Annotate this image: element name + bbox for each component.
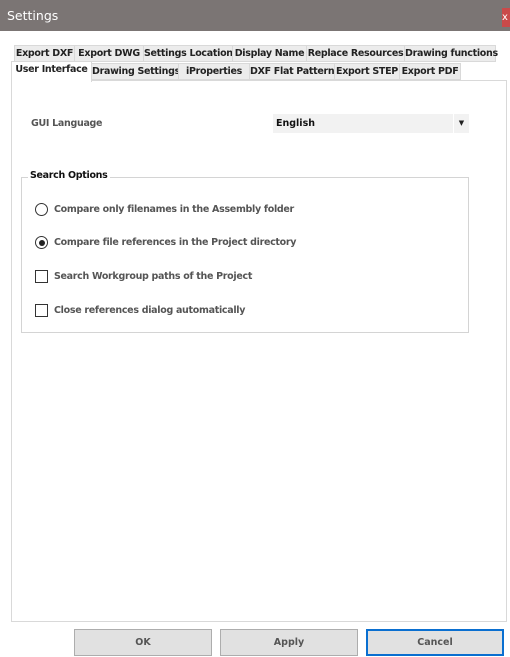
checkbox-label: Search Workgroup paths of the Project xyxy=(54,271,253,282)
apply-button[interactable]: Apply xyxy=(220,629,358,656)
checkbox-label: Close references dialog automatically xyxy=(54,305,246,316)
radio-compare-filenames[interactable] xyxy=(35,203,48,216)
tab-export-pdf[interactable]: Export PDF xyxy=(399,63,461,80)
tab-settings-location[interactable]: Settings Location xyxy=(143,45,233,62)
chevron-down-icon[interactable]: ▼ xyxy=(453,114,469,133)
radio-label: Compare file references in the Project d… xyxy=(54,237,297,248)
ok-button[interactable]: OK xyxy=(74,629,212,656)
tab-export-step[interactable]: Export STEP xyxy=(334,63,400,80)
cancel-button[interactable]: Cancel xyxy=(366,629,504,656)
tab-export-dxf[interactable]: Export DXF xyxy=(14,45,75,62)
radio-label: Compare only filenames in the Assembly f… xyxy=(54,204,294,215)
tab-display-name[interactable]: Display Name xyxy=(232,45,307,62)
tab-iproperties[interactable]: iProperties xyxy=(178,63,250,80)
window-title: Settings xyxy=(7,8,59,23)
tab-user-interface[interactable]: User Interface xyxy=(11,61,92,82)
search-options-title: Search Options xyxy=(28,170,110,181)
title-bar: Settings x xyxy=(0,0,510,31)
radio-compare-file-references[interactable] xyxy=(35,236,48,249)
gui-language-value: English xyxy=(276,118,315,129)
tab-replace-resources[interactable]: Replace Resources xyxy=(306,45,405,62)
checkbox-search-workgroup-paths[interactable] xyxy=(35,270,48,283)
checkbox-close-references-dialog[interactable] xyxy=(35,304,48,317)
tab-export-dwg[interactable]: Export DWG xyxy=(74,45,144,62)
tab-panel-user-interface xyxy=(11,80,507,622)
tab-drawing-settings[interactable]: Drawing Settings xyxy=(91,63,180,80)
gui-language-select[interactable]: English ▼ xyxy=(273,114,469,133)
tab-drawing-functions[interactable]: Drawing functions xyxy=(404,45,498,62)
tab-dxf-flat-pattern[interactable]: DXF Flat Pattern xyxy=(249,63,335,80)
close-button[interactable]: x xyxy=(502,8,510,27)
gui-language-label: GUI Language xyxy=(31,118,103,129)
